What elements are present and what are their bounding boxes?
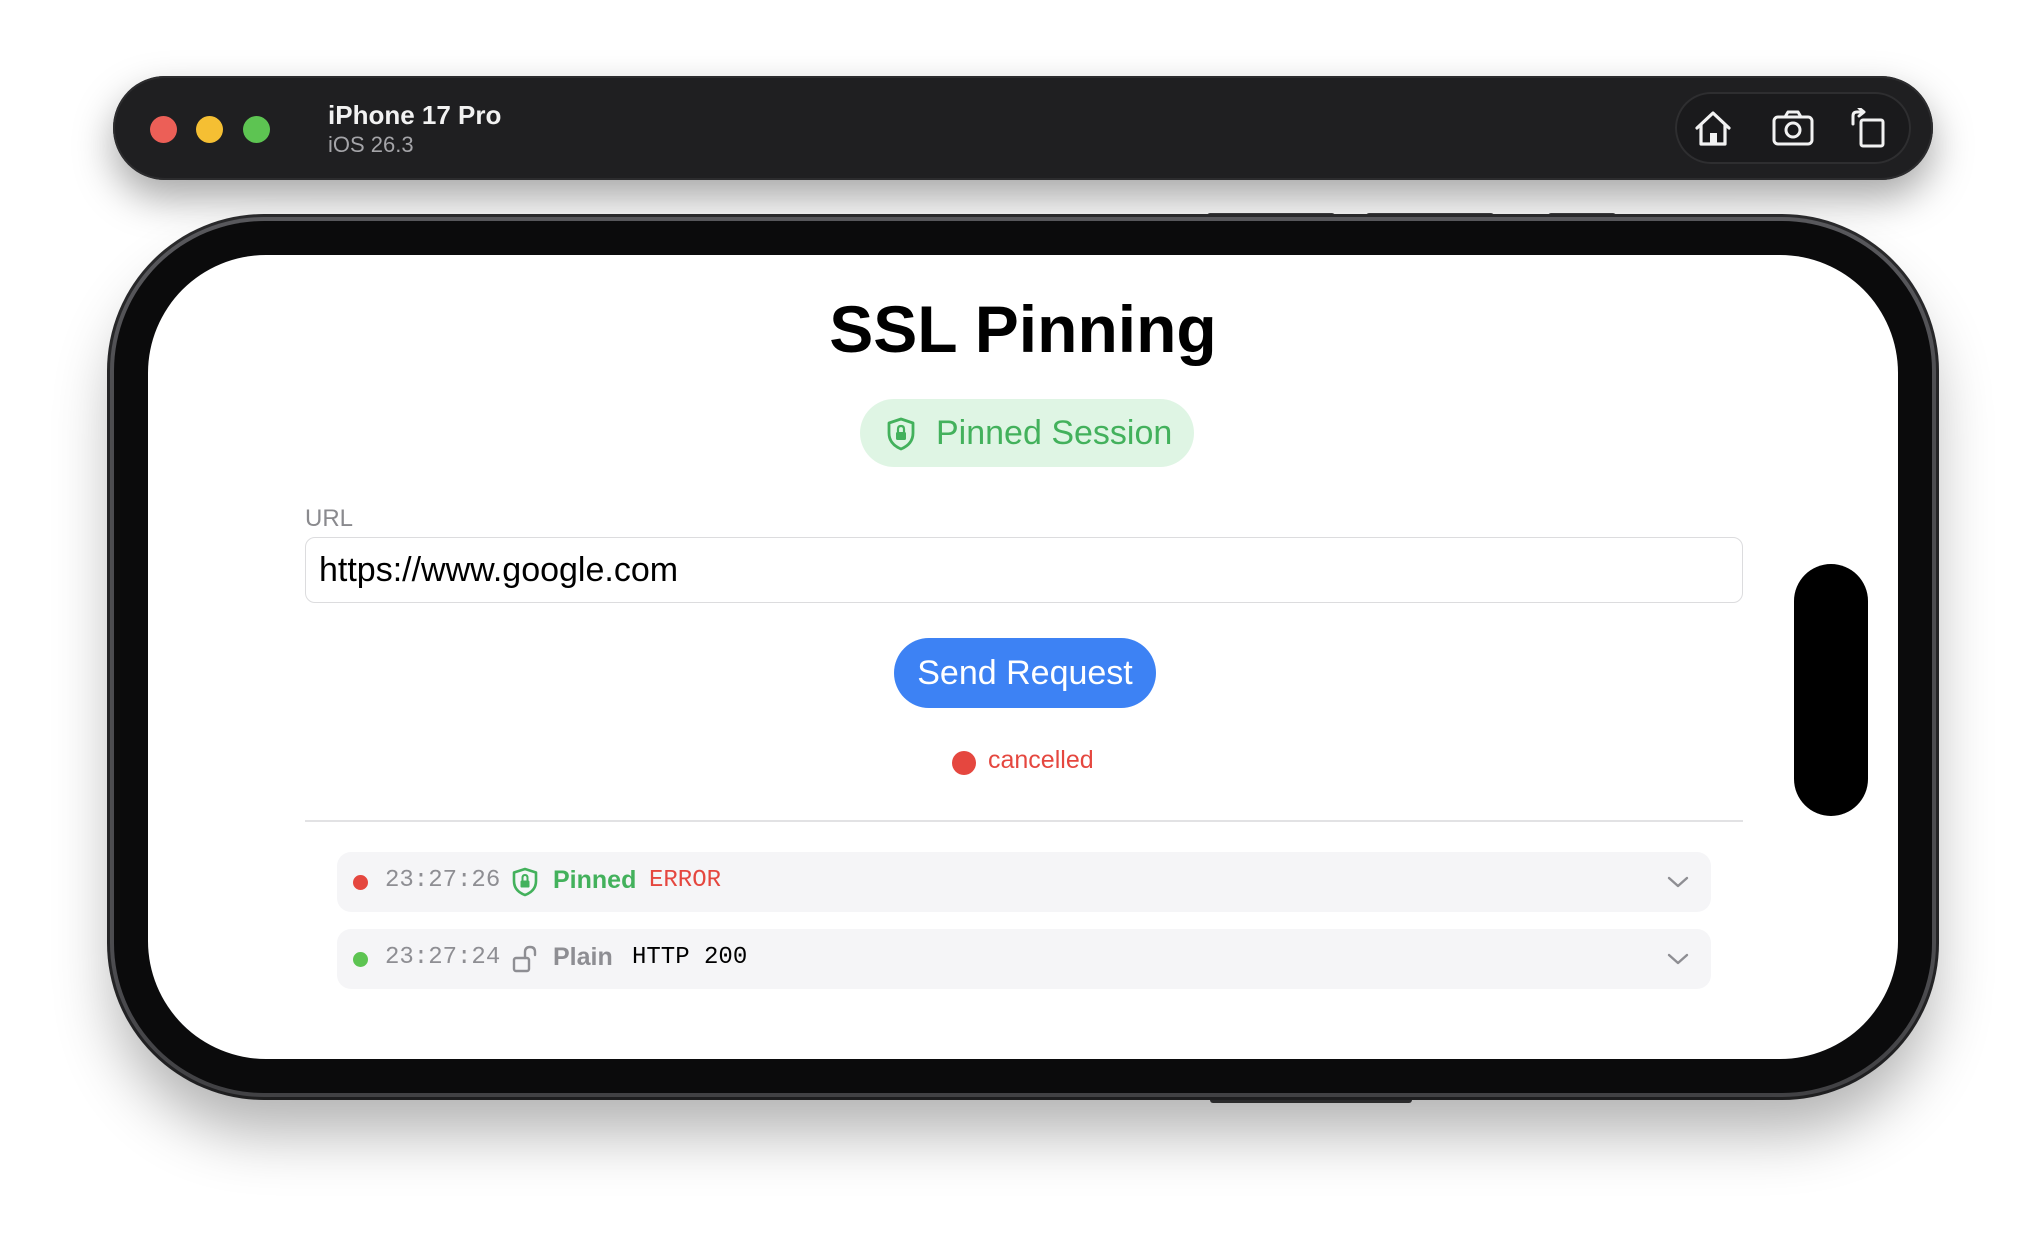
log-status-dot	[353, 875, 368, 890]
iphone-device-frame: SSL Pinning Pinned Session URL Send Requ…	[114, 221, 1932, 1093]
shield-lock-icon	[512, 867, 538, 897]
chevron-down-icon	[1667, 953, 1689, 965]
home-button[interactable]	[1691, 108, 1735, 148]
rotate-icon	[1851, 106, 1885, 148]
log-row[interactable]: 23:27:24 Plain HTTP 200	[337, 929, 1711, 989]
simulator-title-bar: iPhone 17 Pro iOS 26.3	[113, 76, 1933, 180]
log-status-dot	[353, 952, 368, 967]
url-field-label: URL	[305, 505, 354, 532]
volume-up-hardware-button	[1207, 213, 1335, 221]
page-title: SSL Pinning	[829, 292, 1217, 366]
session-badge-label: Pinned Session	[936, 414, 1173, 452]
chevron-down-icon	[1667, 876, 1689, 888]
power-hardware-button	[1210, 1095, 1412, 1103]
volume-down-hardware-button	[1366, 213, 1494, 221]
window-minimize-button[interactable]	[196, 116, 223, 143]
divider	[305, 820, 1743, 822]
status-text: cancelled	[988, 746, 1094, 774]
device-name: iPhone 17 Pro	[328, 100, 502, 130]
log-time: 23:27:24	[385, 944, 501, 971]
screenshot-icon	[1772, 110, 1814, 146]
status-indicator-dot	[952, 751, 976, 775]
log-mode: Plain	[553, 943, 613, 971]
shield-lock-icon	[887, 417, 915, 451]
window-zoom-button[interactable]	[243, 116, 270, 143]
log-result: ERROR	[649, 867, 722, 894]
os-version: iOS 26.3	[328, 132, 414, 157]
device-screen: SSL Pinning Pinned Session URL Send Requ…	[148, 255, 1898, 1059]
log-time: 23:27:26	[385, 867, 501, 894]
log-row[interactable]: 23:27:26 Pinned ERROR	[337, 852, 1711, 912]
action-hardware-button	[1548, 213, 1616, 221]
unlock-icon	[512, 945, 537, 973]
send-request-button[interactable]: Send Request	[894, 638, 1156, 708]
rotate-button[interactable]	[1847, 106, 1891, 148]
url-input[interactable]	[305, 537, 1743, 603]
dynamic-island	[1794, 564, 1868, 816]
window-close-button[interactable]	[150, 116, 177, 143]
simulator-toolbar	[1675, 92, 1911, 164]
session-badge: Pinned Session	[860, 399, 1194, 467]
screenshot-button[interactable]	[1771, 108, 1815, 148]
log-mode: Pinned	[553, 866, 637, 894]
home-icon	[1695, 111, 1731, 146]
log-result: HTTP 200	[632, 944, 748, 971]
